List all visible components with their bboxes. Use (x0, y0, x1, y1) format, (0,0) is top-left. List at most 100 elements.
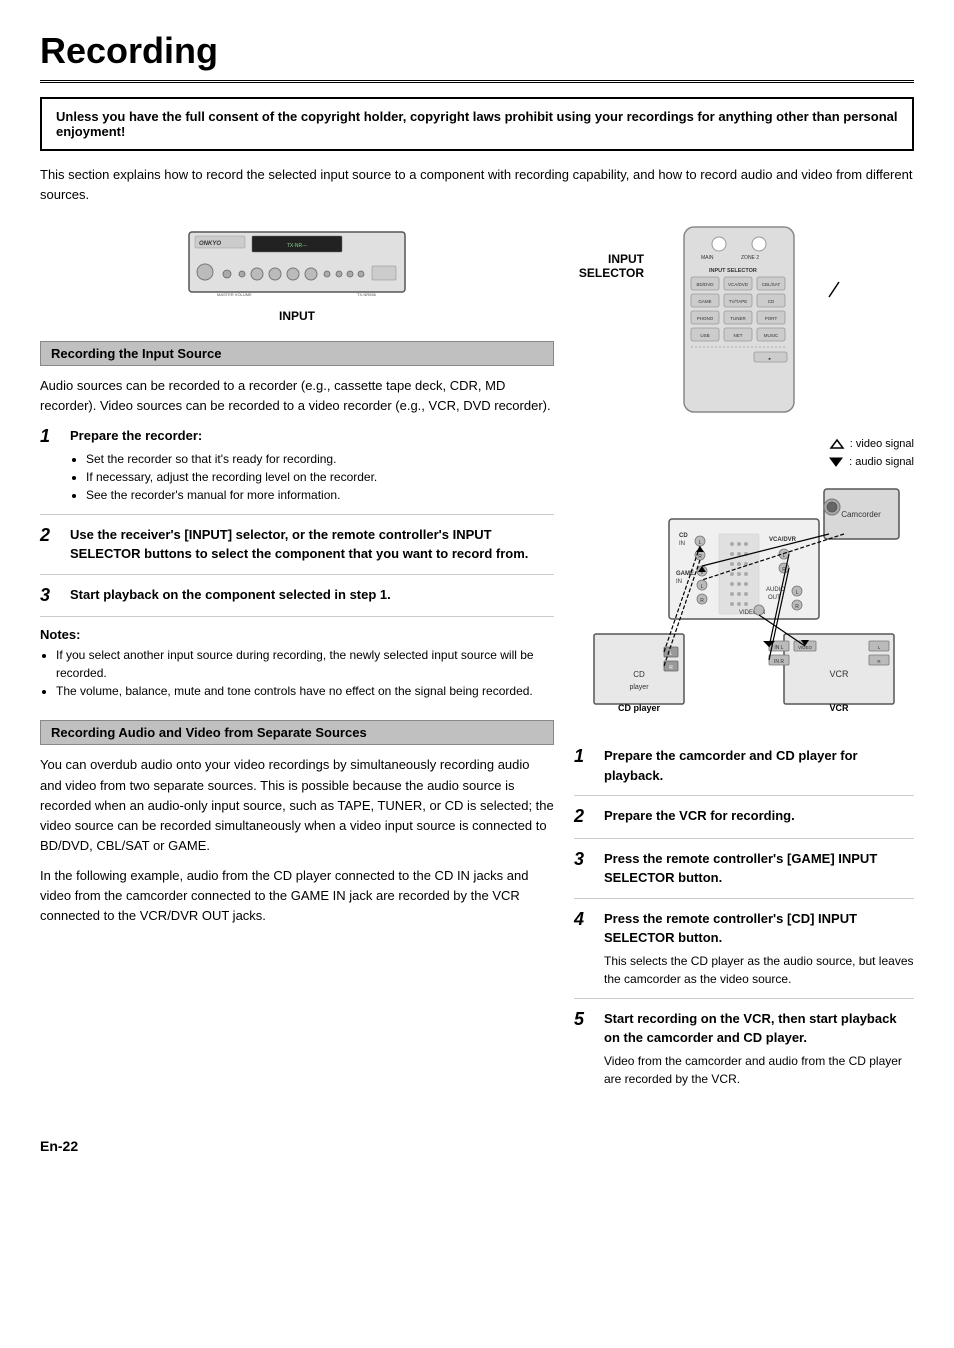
svg-text:R: R (795, 604, 799, 610)
svg-text:R: R (700, 598, 704, 604)
svg-text:TUNER: TUNER (730, 316, 746, 321)
svg-text:MUSIC: MUSIC (764, 333, 779, 338)
right-step-3: 3 Press the remote controller's [GAME] I… (574, 849, 914, 899)
step-bullets-1a: Set the recorder so that it's ready for … (86, 450, 554, 504)
page-footer: En-22 (40, 1138, 914, 1154)
right-step-content-3: Press the remote controller's [GAME] INP… (604, 849, 914, 888)
section1-block: Recording the Input Source Audio sources… (40, 341, 554, 700)
right-step-num-5: 5 (574, 1009, 596, 1031)
bullet-1a-1: Set the recorder so that it's ready for … (86, 450, 554, 468)
section2-block: Recording Audio and Video from Separate … (40, 720, 554, 926)
bullet-1a-3: See the recorder's manual for more infor… (86, 486, 554, 504)
svg-text:TV/TAPE: TV/TAPE (729, 299, 747, 304)
step-2a: 2 Use the receiver's [INPUT] selector, o… (40, 525, 554, 575)
right-step-bold-1: Prepare the camcorder and CD player for … (604, 748, 858, 783)
svg-text:ONKYO: ONKYO (199, 241, 221, 247)
step-bold-1a: Prepare the recorder: (70, 428, 202, 443)
section1-header: Recording the Input Source (40, 341, 554, 366)
warning-text: Unless you have the full consent of the … (56, 109, 897, 139)
svg-text:BD/DVD: BD/DVD (696, 282, 714, 287)
main-content: ONKYO TX-NR--- MASTER VOLUME (40, 222, 914, 1108)
right-step-text-5: Video from the camcorder and audio from … (604, 1052, 914, 1088)
right-steps: 1 Prepare the camcorder and CD player fo… (574, 746, 914, 1098)
step-bold-3a: Start playback on the component selected… (70, 587, 391, 602)
svg-text:Camcorder: Camcorder (841, 510, 881, 519)
svg-text:►: ► (768, 356, 772, 361)
audio-signal-icon (826, 456, 846, 468)
right-step-1: 1 Prepare the camcorder and CD player fo… (574, 746, 914, 796)
left-column: ONKYO TX-NR--- MASTER VOLUME (40, 222, 554, 1108)
svg-text:L: L (701, 584, 704, 590)
step-content-1a: Prepare the recorder: Set the recorder s… (70, 426, 554, 504)
svg-text:IN R: IN R (774, 659, 784, 665)
svg-text:CD: CD (768, 299, 775, 304)
input-sel-arrow (824, 272, 844, 322)
svg-text:player: player (629, 684, 649, 691)
svg-text:USB: USB (700, 333, 709, 338)
notes-list: If you select another input source durin… (56, 646, 554, 700)
svg-text:CD player: CD player (618, 703, 661, 713)
right-column: INPUTSELECTOR MAIN ZONE 2 INPUT SELECTOR… (574, 222, 914, 1108)
note-1: If you select another input source durin… (56, 646, 554, 682)
svg-text:CD: CD (679, 533, 688, 539)
svg-text:PHONO: PHONO (697, 316, 714, 321)
svg-text:R: R (669, 665, 673, 671)
right-step-content-5: Start recording on the VCR, then start p… (604, 1009, 914, 1088)
right-step-2: 2 Prepare the VCR for recording. (574, 806, 914, 839)
svg-text:IN L: IN L (774, 645, 783, 651)
svg-text:PORT: PORT (765, 316, 778, 321)
right-step-num-1: 1 (574, 746, 596, 768)
right-step-content-1: Prepare the camcorder and CD player for … (604, 746, 914, 785)
svg-text:TX-NR---: TX-NR--- (287, 243, 308, 249)
right-step-5: 5 Start recording on the VCR, then start… (574, 1009, 914, 1098)
step-num-1a: 1 (40, 426, 62, 448)
audio-signal-label: : audio signal (574, 454, 914, 472)
step-num-2a: 2 (40, 525, 62, 547)
connection-svg: CD player L R VCR IN L IN R VIDEO (584, 479, 904, 729)
step-bold-2a: Use the receiver's [INPUT] selector, or … (70, 527, 528, 562)
right-step-bold-2: Prepare the VCR for recording. (604, 808, 795, 823)
right-step-num-2: 2 (574, 806, 596, 828)
svg-text:R: R (698, 554, 702, 560)
bullet-1a-2: If necessary, adjust the recording level… (86, 468, 554, 486)
right-step-4: 4 Press the remote controller's [CD] INP… (574, 909, 914, 999)
intro-text: This section explains how to record the … (40, 165, 914, 204)
svg-text:TX-NR656: TX-NR656 (357, 292, 377, 297)
svg-text:L: L (796, 590, 799, 596)
svg-text:VCR: VCR (829, 703, 849, 713)
svg-text:IN: IN (676, 579, 682, 585)
right-step-num-4: 4 (574, 909, 596, 931)
step-content-3a: Start playback on the component selected… (70, 585, 554, 605)
video-signal-icon (827, 438, 847, 450)
svg-text:NET: NET (734, 333, 743, 338)
signal-legend: : video signal : audio signal (574, 436, 914, 471)
right-step-content-2: Prepare the VCR for recording. (604, 806, 914, 826)
video-signal-label: : video signal (574, 436, 914, 454)
device-image-area: ONKYO TX-NR--- MASTER VOLUME (40, 222, 554, 323)
notes-title: Notes: (40, 627, 80, 642)
svg-text:L: L (699, 540, 702, 546)
input-selector-label: INPUTSELECTOR (574, 252, 644, 280)
svg-text:VCA/DVR: VCA/DVR (769, 537, 797, 543)
right-step-text-4: This selects the CD player as the audio … (604, 952, 914, 988)
right-step-bold-4: Press the remote controller's [CD] INPUT… (604, 911, 857, 946)
svg-text:ZONE 2: ZONE 2 (741, 255, 759, 261)
svg-text:AUDIO: AUDIO (766, 587, 785, 593)
receiver-svg: ONKYO TX-NR--- MASTER VOLUME (187, 222, 407, 302)
svg-text:CBL/SAT: CBL/SAT (762, 282, 781, 287)
connection-diagram: CD player L R VCR IN L IN R VIDEO (574, 479, 914, 732)
svg-text:VIDEO: VIDEO (798, 645, 813, 650)
section2-body2: In the following example, audio from the… (40, 866, 554, 926)
warning-box: Unless you have the full consent of the … (40, 97, 914, 151)
remote-svg: MAIN ZONE 2 INPUT SELECTOR BD/DVD VCA/DV… (654, 222, 824, 422)
svg-text:INPUT SELECTOR: INPUT SELECTOR (709, 268, 757, 274)
right-step-bold-3: Press the remote controller's [GAME] INP… (604, 851, 877, 886)
section1-body: Audio sources can be recorded to a recor… (40, 376, 554, 416)
step-num-3a: 3 (40, 585, 62, 607)
svg-text:MAIN: MAIN (701, 255, 714, 261)
svg-text:VCR: VCR (829, 669, 849, 679)
svg-text:L: L (670, 651, 673, 657)
section2-header: Recording Audio and Video from Separate … (40, 720, 554, 745)
input-selector-area: INPUTSELECTOR MAIN ZONE 2 INPUT SELECTOR… (574, 222, 914, 422)
page-title: Recording (40, 30, 914, 83)
